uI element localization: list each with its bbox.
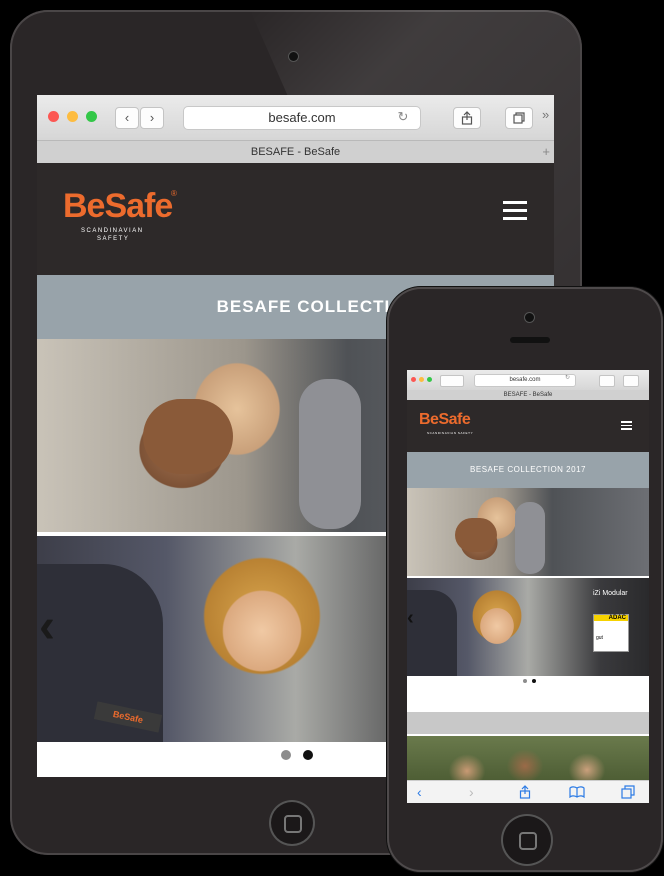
chevron-right-icon: › <box>149 110 155 125</box>
tab-title-bar[interactable]: BESAFE - BeSafe + <box>37 140 554 164</box>
car-seat-headrest <box>299 379 361 529</box>
adac-label: ADAC <box>594 615 628 621</box>
slider-prev-icon[interactable]: ‹ <box>39 603 55 651</box>
besafe-logo[interactable]: BeSafe <box>63 187 173 226</box>
forward-icon[interactable]: › <box>469 785 474 799</box>
phone-speaker <box>510 337 550 343</box>
close-window-icon[interactable] <box>411 377 416 382</box>
logo-tagline-2: SAFETY <box>97 236 130 242</box>
reload-button[interactable]: ↻ <box>393 106 413 128</box>
adac-rating-badge: ADAC gut <box>593 614 629 652</box>
safari-bottom-toolbar: ‹ › <box>407 780 649 803</box>
besafe-logo[interactable]: BeSafe <box>419 411 471 429</box>
photo-children-outdoors <box>407 736 649 780</box>
registered-icon: ® <box>171 189 177 198</box>
back-button[interactable]: ‹ <box>115 107 139 129</box>
slider-dot-1[interactable] <box>523 679 527 683</box>
collection-title: BESAFE COLLECTION 2017 <box>470 465 586 474</box>
rating-label: gut <box>596 635 603 641</box>
maximize-window-icon[interactable] <box>427 377 432 382</box>
tab-title-bar[interactable]: BESAFE - BeSafe <box>407 390 649 400</box>
hero-photo-smiling-child: iZi Modular ADAC gut <box>407 578 649 676</box>
maximize-window-icon[interactable] <box>86 111 97 122</box>
phone-browser-toolbar: besafe.com ↻ <box>407 370 649 390</box>
phone-screen: besafe.com ↻ BESAFE - BeSafe BeSafe SCAN… <box>407 370 649 803</box>
home-square-icon <box>519 832 537 850</box>
address-bar[interactable]: besafe.com <box>474 374 576 387</box>
site-header: BeSafe ® SCANDINAVIAN SAFETY <box>37 163 554 275</box>
share-icon[interactable] <box>519 785 531 799</box>
minimize-window-icon[interactable] <box>419 377 424 382</box>
tablet-camera <box>289 52 298 61</box>
url-text: besafe.com <box>509 377 541 383</box>
slider-dot-1[interactable] <box>281 750 291 760</box>
section-divider <box>407 712 649 734</box>
slider-prev-icon[interactable]: ‹ <box>407 608 414 628</box>
slider-dot-2-active[interactable] <box>532 679 536 683</box>
nav-buttons[interactable] <box>440 375 464 387</box>
teddy-bear <box>143 399 233 474</box>
close-window-icon[interactable] <box>48 111 59 122</box>
tabs-button[interactable] <box>505 107 533 129</box>
reload-icon: ↻ <box>397 109 409 124</box>
phone-camera <box>525 313 534 322</box>
tabs-button[interactable] <box>623 375 639 387</box>
tabs-icon[interactable] <box>621 785 635 799</box>
url-text: besafe.com <box>268 110 336 125</box>
teddy-bear <box>455 518 497 552</box>
forward-button[interactable]: › <box>140 107 164 129</box>
chevron-left-icon: ‹ <box>124 110 130 125</box>
minimize-window-icon[interactable] <box>67 111 78 122</box>
collection-title-bar: BESAFE COLLECTION 2017 <box>407 452 649 488</box>
new-tab-icon[interactable]: + <box>542 141 550 163</box>
car-seat-headrest <box>515 502 545 574</box>
tablet-browser-toolbar: ‹ › besafe.com ↻ » <box>37 95 554 140</box>
bookmarks-icon[interactable] <box>569 786 585 798</box>
hero-photo-child-with-teddy <box>407 488 649 576</box>
logo-tagline: SCANDINAVIAN SAFETY <box>427 431 474 435</box>
hamburger-menu-icon[interactable] <box>503 201 527 221</box>
slider-dot-2-active[interactable] <box>303 750 313 760</box>
share-button[interactable] <box>453 107 481 129</box>
reload-icon[interactable]: ↻ <box>565 374 570 381</box>
logo-tagline-1: SCANDINAVIAN <box>81 228 144 234</box>
share-icon <box>461 111 473 125</box>
hamburger-menu-icon[interactable] <box>621 421 632 430</box>
product-name: iZi Modular <box>593 590 628 597</box>
back-icon[interactable]: ‹ <box>417 785 422 799</box>
home-square-icon <box>284 815 302 833</box>
car-seat-wing <box>407 590 457 676</box>
tabs-icon <box>513 112 525 124</box>
tab-title: BESAFE - BeSafe <box>503 392 553 398</box>
address-bar[interactable]: besafe.com <box>183 106 421 130</box>
overflow-icon[interactable]: » <box>542 107 549 122</box>
site-header: BeSafe SCANDINAVIAN SAFETY <box>407 400 649 452</box>
tab-title: BESAFE - BeSafe <box>250 146 341 158</box>
share-button[interactable] <box>599 375 615 387</box>
